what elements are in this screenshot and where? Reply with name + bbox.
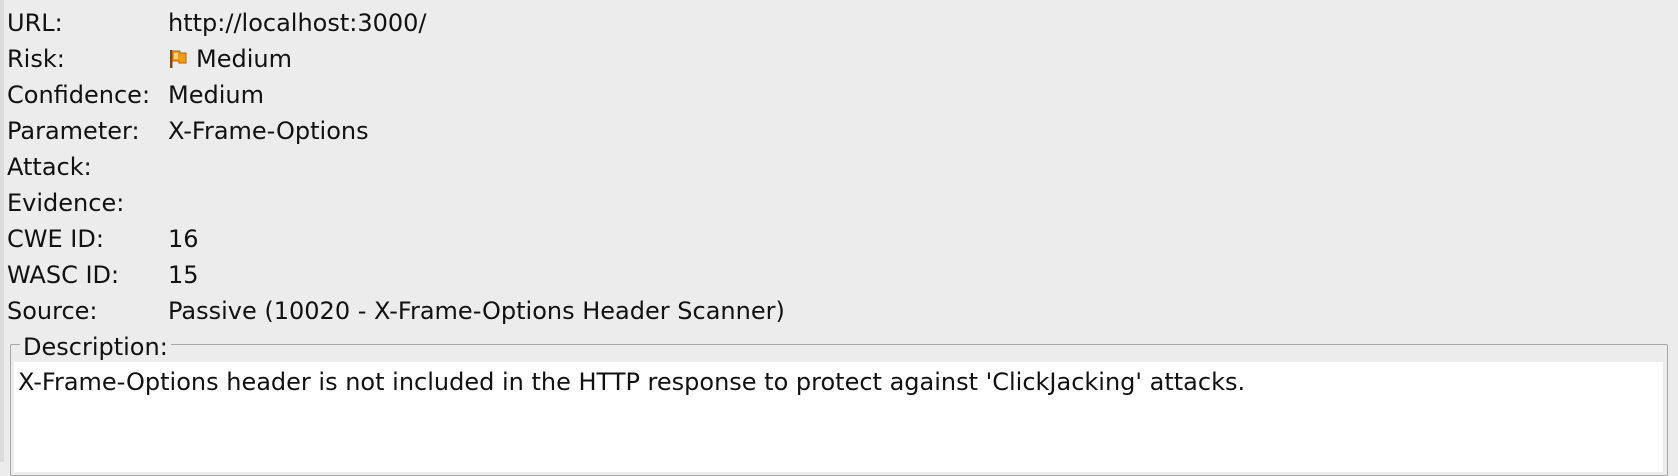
confidence-label: Confidence: [7, 81, 151, 109]
left-edge-strip [0, 0, 4, 462]
cwe-id-value: 16 [168, 225, 199, 253]
risk-row: Risk: Medium [7, 41, 1667, 77]
url-value[interactable]: http://localhost:3000/ [168, 5, 427, 41]
attack-label: Attack: [7, 153, 92, 181]
url-label: URL: [7, 9, 63, 37]
parameter-row: Parameter: X-Frame-Options [7, 113, 1667, 149]
source-label: Source: [7, 297, 98, 325]
cwe-id-row: CWE ID: 16 [7, 221, 1667, 257]
description-text-area[interactable]: X-Frame-Options header is not included i… [14, 362, 1663, 472]
parameter-label: Parameter: [7, 117, 140, 145]
evidence-row: Evidence: [7, 185, 1667, 221]
confidence-value: Medium [168, 81, 264, 109]
wasc-id-label: WASC ID: [7, 261, 120, 289]
url-row: URL: http://localhost:3000/ [7, 5, 1667, 41]
evidence-label: Evidence: [7, 189, 125, 217]
risk-value: Medium [196, 45, 292, 73]
cwe-id-label: CWE ID: [7, 225, 104, 253]
description-text: X-Frame-Options header is not included i… [18, 368, 1246, 396]
description-legend: Description: [20, 332, 171, 362]
attack-row: Attack: [7, 149, 1667, 185]
wasc-id-value: 15 [168, 261, 199, 289]
alert-details-panel: URL: http://localhost:3000/ Risk: Medium… [7, 5, 1667, 329]
risk-value-container: Medium [168, 41, 292, 77]
source-value: Passive (10020 - X-Frame-Options Header … [168, 297, 785, 325]
confidence-row: Confidence: Medium [7, 77, 1667, 113]
risk-label: Risk: [7, 45, 65, 73]
source-row: Source: Passive (10020 - X-Frame-Options… [7, 293, 1667, 329]
orange-flag-icon [170, 50, 187, 68]
wasc-id-row: WASC ID: 15 [7, 257, 1667, 293]
parameter-value: X-Frame-Options [168, 117, 369, 145]
